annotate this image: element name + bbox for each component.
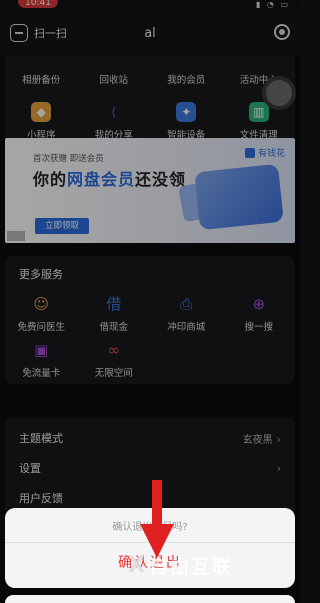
watermark: X 自由互联 [128, 552, 233, 579]
cancel-button[interactable] [5, 595, 295, 603]
red-arrow-annotation [140, 480, 174, 558]
watermark-logo: X [128, 553, 147, 578]
watermark-text: 自由互联 [148, 556, 233, 578]
